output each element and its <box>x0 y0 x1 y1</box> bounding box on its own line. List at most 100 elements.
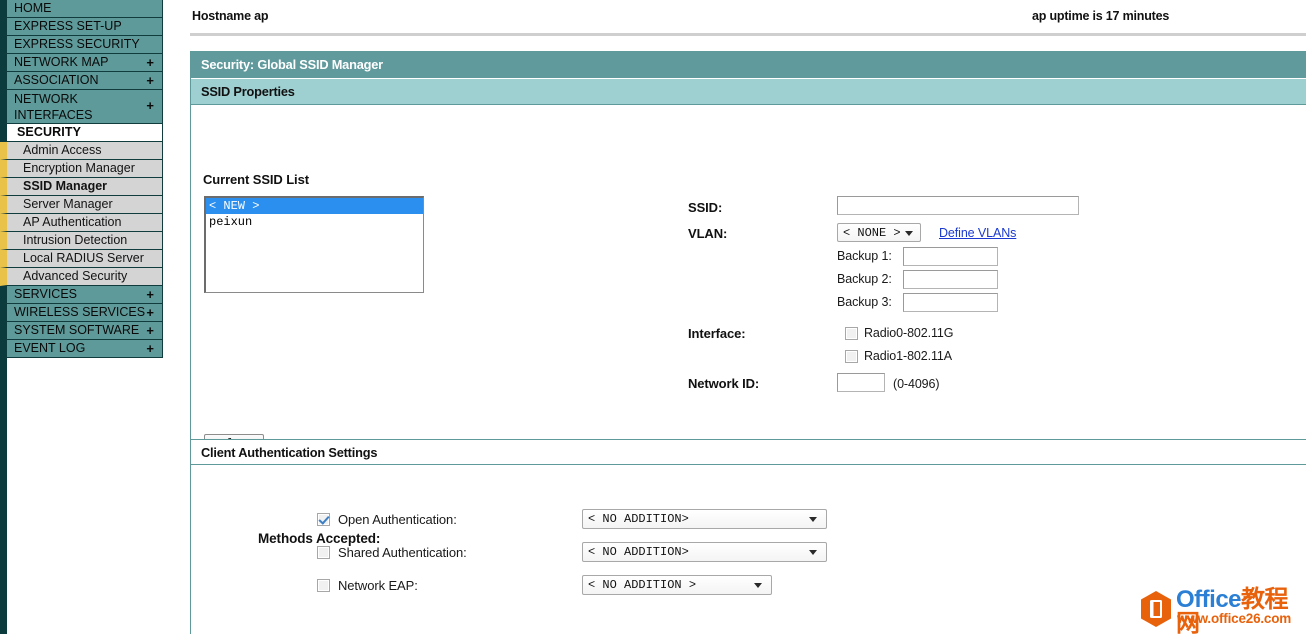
backup3-input[interactable] <box>903 293 998 312</box>
sidebar-item-event-log[interactable]: EVENT LOG + <box>0 340 163 358</box>
radio1-checkbox[interactable] <box>845 350 858 363</box>
sidebar-item-label: NETWORK MAP <box>14 55 109 69</box>
uptime-label: ap uptime is 17 minutes <box>1032 9 1170 23</box>
sidebar-item-label: ASSOCIATION <box>14 73 99 87</box>
sidebar-item-intrusion-detection[interactable]: Intrusion Detection <box>0 232 163 250</box>
sidebar-item-label: EXPRESS SECURITY <box>14 37 140 51</box>
sidebar-item-label: Admin Access <box>23 143 102 157</box>
sidebar-item-admin-access[interactable]: Admin Access <box>0 142 163 160</box>
radio1-label: Radio1-802.11A <box>864 349 953 363</box>
page-title: Security: Global SSID Manager <box>201 57 383 72</box>
chevron-down-icon[interactable] <box>905 230 913 236</box>
expand-plus-icon[interactable]: + <box>146 340 154 357</box>
client-auth-header: Client Authentication Settings <box>191 439 1306 465</box>
ssid-input[interactable] <box>837 196 1079 215</box>
panel-title-bar: Security: Global SSID Manager <box>191 52 1306 78</box>
watermark-url: www.office26.com <box>1177 611 1292 626</box>
sidebar-item-network-interfaces[interactable]: NETWORK INTERFACES + <box>0 90 163 124</box>
sidebar-item-ap-authentication[interactable]: AP Authentication <box>0 214 163 232</box>
page-root: HOME EXPRESS SET-UP EXPRESS SECURITY NET… <box>0 0 1306 634</box>
expand-plus-icon[interactable]: + <box>146 72 154 89</box>
chevron-down-icon[interactable] <box>809 517 817 522</box>
sidebar-item-label: NETWORK INTERFACES <box>14 92 93 122</box>
sidebar-item-security[interactable]: SECURITY <box>0 124 163 142</box>
backup1-input[interactable] <box>903 247 998 266</box>
expand-plus-icon[interactable]: + <box>146 304 154 321</box>
watermark: Office教程网 www.office26.com <box>1140 586 1300 634</box>
network-id-hint: (0-4096) <box>893 377 940 391</box>
radio0-label: Radio0-802.11G <box>864 326 954 340</box>
sidebar-item-association[interactable]: ASSOCIATION + <box>0 72 163 90</box>
shared-authentication-select-value: < NO ADDITION> <box>588 545 689 559</box>
open-authentication-checkbox[interactable] <box>317 513 330 526</box>
expand-plus-icon[interactable]: + <box>146 54 154 71</box>
sidebar-item-express-security[interactable]: EXPRESS SECURITY <box>0 36 163 54</box>
sidebar-item-label: Server Manager <box>23 197 113 211</box>
office-logo-icon <box>1141 591 1171 627</box>
content-panel: Security: Global SSID Manager SSID Prope… <box>190 51 1306 634</box>
vlan-select-value: < NONE > <box>843 226 901 240</box>
sidebar-item-ssid-manager[interactable]: SSID Manager <box>0 178 163 196</box>
sidebar-item-system-software[interactable]: SYSTEM SOFTWARE + <box>0 322 163 340</box>
network-eap-label: Network EAP: <box>338 578 418 593</box>
sidebar-menu: HOME EXPRESS SET-UP EXPRESS SECURITY NET… <box>0 0 163 358</box>
sidebar-item-label: EXPRESS SET-UP <box>14 19 122 33</box>
sidebar-item-label: Encryption Manager <box>23 161 135 175</box>
open-authentication-select[interactable]: < NO ADDITION> <box>582 509 827 529</box>
sidebar-item-services[interactable]: SERVICES + <box>0 286 163 304</box>
sidebar-item-label: Intrusion Detection <box>23 233 128 247</box>
current-ssid-list-label: Current SSID List <box>203 172 309 187</box>
network-id-input[interactable] <box>837 373 885 392</box>
sidebar-item-home[interactable]: HOME <box>0 0 163 18</box>
sidebar-item-wireless-services[interactable]: WIRELESS SERVICES + <box>0 304 163 322</box>
sidebar-item-express-set-up[interactable]: EXPRESS SET-UP <box>0 18 163 36</box>
sidebar-item-label: SERVICES <box>14 287 77 301</box>
sidebar-item-network-map[interactable]: NETWORK MAP + <box>0 54 163 72</box>
expand-plus-icon[interactable]: + <box>146 286 154 303</box>
shared-authentication-checkbox[interactable] <box>317 546 330 559</box>
backup2-input[interactable] <box>903 270 998 289</box>
sidebar-item-label: WIRELESS SERVICES <box>14 305 146 319</box>
sidebar-item-label: SECURITY <box>17 125 82 139</box>
shared-authentication-label: Shared Authentication: <box>338 545 467 560</box>
ssid-label: SSID: <box>688 200 723 215</box>
define-vlans-link[interactable]: Define VLANs <box>939 226 1016 240</box>
network-id-label: Network ID: <box>688 376 760 391</box>
chevron-down-icon[interactable] <box>809 550 817 555</box>
sidebar-item-server-manager[interactable]: Server Manager <box>0 196 163 214</box>
sidebar: HOME EXPRESS SET-UP EXPRESS SECURITY NET… <box>0 0 163 634</box>
open-authentication-select-value: < NO ADDITION> <box>588 512 689 526</box>
methods-accepted-label: Methods Accepted: <box>258 531 381 546</box>
sidebar-item-advanced-security[interactable]: Advanced Security <box>0 268 163 286</box>
section-title-ssid-properties: SSID Properties <box>201 84 295 99</box>
backup3-label: Backup 3: <box>837 295 892 309</box>
section-title-client-auth: Client Authentication Settings <box>201 445 378 460</box>
chevron-down-icon[interactable] <box>754 583 762 588</box>
interface-label: Interface: <box>688 326 746 341</box>
ssid-properties-section: Current SSID List < NEW > peixun Delete … <box>191 106 1306 454</box>
sidebar-item-label: HOME <box>14 1 52 15</box>
expand-plus-icon[interactable]: + <box>146 322 154 339</box>
network-eap-select-value: < NO ADDITION > <box>588 578 697 592</box>
main-content: Hostname ap ap uptime is 17 minutes Secu… <box>163 0 1306 634</box>
watermark-brand-en: Office <box>1176 586 1242 613</box>
backup1-label: Backup 1: <box>837 249 892 263</box>
sidebar-item-label: SYSTEM SOFTWARE <box>14 323 140 337</box>
expand-plus-icon[interactable]: + <box>146 98 154 114</box>
hostname-label: Hostname ap <box>192 9 269 23</box>
vlan-select[interactable]: < NONE > <box>837 223 921 242</box>
open-authentication-label: Open Authentication: <box>338 512 457 527</box>
shared-authentication-select[interactable]: < NO ADDITION> <box>582 542 827 562</box>
list-item[interactable]: peixun <box>206 214 423 230</box>
radio0-checkbox[interactable] <box>845 327 858 340</box>
network-eap-checkbox[interactable] <box>317 579 330 592</box>
sidebar-item-label: Advanced Security <box>23 269 128 283</box>
host-bar: Hostname ap ap uptime is 17 minutes <box>163 0 1306 32</box>
network-eap-select[interactable]: < NO ADDITION > <box>582 575 772 595</box>
current-ssid-listbox[interactable]: < NEW > peixun <box>204 196 424 293</box>
list-item[interactable]: < NEW > <box>206 198 423 214</box>
vlan-label: VLAN: <box>688 226 728 241</box>
header-divider <box>190 33 1306 36</box>
sidebar-item-local-radius-server[interactable]: Local RADIUS Server <box>0 250 163 268</box>
sidebar-item-encryption-manager[interactable]: Encryption Manager <box>0 160 163 178</box>
